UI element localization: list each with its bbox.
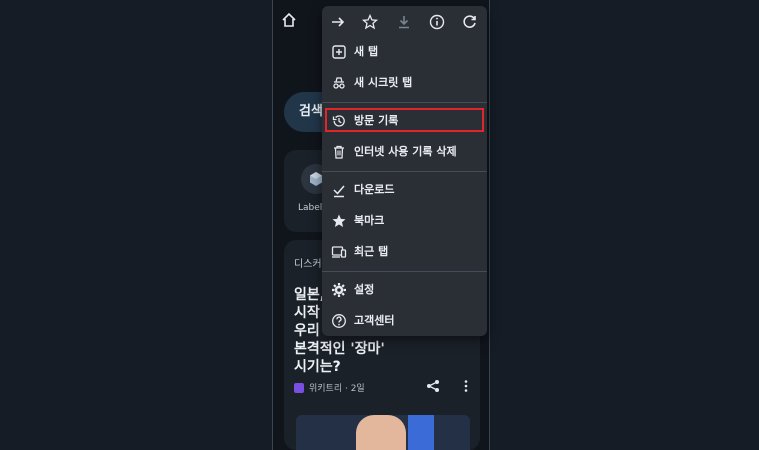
menu-top-bar: [322, 6, 487, 38]
devices-icon: [331, 246, 347, 258]
forward-icon[interactable]: [329, 13, 347, 31]
help-icon: [332, 314, 346, 328]
search-box-label: 검색: [299, 104, 323, 119]
new-tab-icon: [332, 45, 346, 59]
info-icon[interactable]: [428, 13, 446, 31]
menu-item-label: 인터넷 사용 기록 삭제: [354, 145, 457, 158]
menu-item-new-tab[interactable]: 새 탭: [322, 37, 487, 67]
star-filled-icon: [332, 214, 346, 227]
discover-label: 디스커: [294, 259, 322, 270]
article-source: 위키트리 · 2일: [294, 381, 365, 394]
refresh-icon[interactable]: [461, 13, 479, 31]
menu-divider: [322, 271, 487, 272]
menu-item-bookmarks[interactable]: 북마크: [322, 206, 487, 236]
menu-item-help[interactable]: 고객센터: [322, 306, 487, 336]
gear-icon: [332, 283, 346, 297]
menu-item-label: 북마크: [354, 214, 385, 227]
menu-item-label: 설정: [354, 283, 375, 296]
menu-item-label: 새 탭: [354, 45, 379, 58]
menu-divider: [322, 171, 487, 172]
incognito-icon: [333, 77, 345, 89]
more-vert-icon[interactable]: [459, 379, 473, 393]
menu-divider: [322, 102, 487, 103]
star-icon[interactable]: [361, 13, 379, 31]
trash-icon: [334, 145, 344, 159]
overflow-menu: 새 탭 새 시크릿 탭 방문 기록 인터넷 사용 기록 삭제 다운로드 북마크 …: [322, 6, 487, 336]
share-icon[interactable]: [426, 379, 440, 393]
menu-item-clear-browsing-data[interactable]: 인터넷 사용 기록 삭제: [322, 137, 487, 167]
download-check-icon: [333, 185, 345, 198]
menu-item-settings[interactable]: 설정: [322, 275, 487, 305]
highlight-box: [325, 108, 484, 132]
menu-item-label: 다운로드: [354, 183, 395, 196]
menu-item-new-incognito-tab[interactable]: 새 시크릿 탭: [322, 68, 487, 98]
menu-item-label: 최근 탭: [354, 245, 389, 258]
download-icon[interactable]: [395, 13, 413, 31]
menu-item-label: 새 시크릿 탭: [354, 76, 413, 89]
home-icon[interactable]: [281, 12, 297, 28]
article-thumbnail[interactable]: [296, 415, 470, 450]
source-text: 위키트리 · 2일: [309, 384, 365, 394]
thumbnail-person: [356, 415, 406, 450]
menu-item-downloads[interactable]: 다운로드: [322, 175, 487, 205]
thumbnail-accent: [408, 415, 434, 450]
shortcut-label: Label: [298, 203, 323, 213]
source-logo-icon: [294, 382, 304, 393]
menu-item-recent-tabs[interactable]: 최근 탭: [322, 237, 487, 267]
menu-item-label: 고객센터: [354, 314, 395, 327]
